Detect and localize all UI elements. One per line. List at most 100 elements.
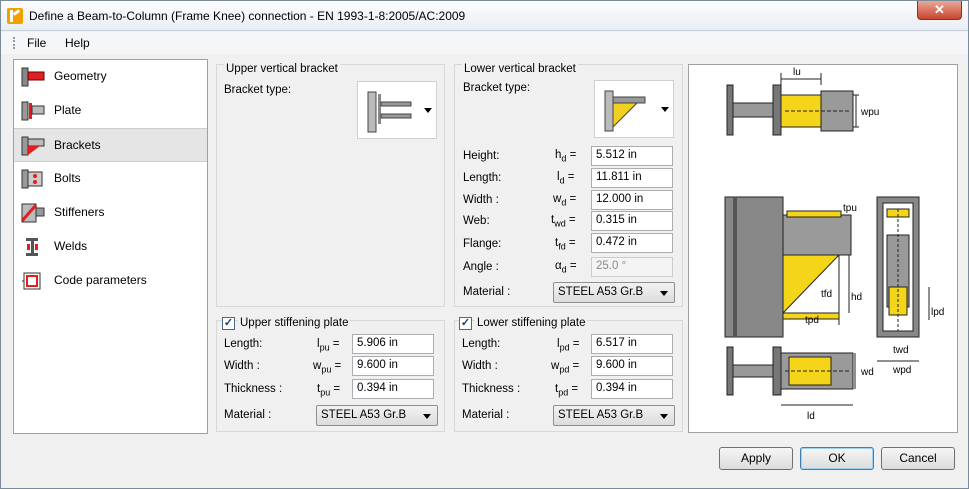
dialog-window: Define a Beam-to-Column (Frame Knee) con…: [0, 0, 969, 489]
apply-button[interactable]: Apply: [719, 447, 793, 470]
upper-stiffening-title: Upper stiffening plate: [238, 317, 351, 329]
lower-length-symbol: lpd =: [557, 338, 580, 353]
flange-symbol: tfd =: [555, 237, 576, 252]
menu-help[interactable]: Help: [65, 36, 90, 50]
app-logo-icon: [7, 8, 23, 24]
upper-length-label: Length:: [224, 338, 263, 350]
tpd-dim-label: tpd: [805, 315, 819, 326]
sidebar-item-label: Welds: [54, 239, 88, 253]
bolts-icon: [21, 169, 43, 189]
bracket-type-icon: [367, 91, 412, 133]
lower-length-field[interactable]: 6.517 in: [591, 334, 673, 354]
upper-material-select[interactable]: STEEL A53 Gr.B: [316, 405, 438, 426]
angle-field: 25.0 °: [591, 257, 673, 277]
length-symbol: ld =: [557, 171, 575, 186]
welds-icon: [26, 238, 38, 256]
window-title: Define a Beam-to-Column (Frame Knee) con…: [29, 9, 466, 23]
top-view: lu wpu: [726, 67, 879, 136]
ld-dim-label: ld: [807, 411, 815, 422]
upper-bracket-type-label: Bracket type:: [224, 84, 292, 96]
upper-stiffening-checkbox[interactable]: ✓: [222, 317, 235, 330]
sidebar-item-geometry[interactable]: Geometry: [14, 60, 207, 94]
upper-width-field[interactable]: 9.600 in: [352, 356, 434, 376]
web-label: Web:: [463, 215, 490, 227]
lower-thickness-label: Thickness :: [462, 383, 521, 395]
hd-dim-label: hd: [851, 292, 862, 303]
menu-file[interactable]: File: [27, 36, 46, 50]
sidebar-item-label: Geometry: [54, 69, 107, 83]
height-label: Height:: [463, 150, 500, 162]
height-symbol: hd =: [555, 149, 577, 164]
upper-length-symbol: lpu =: [317, 338, 340, 353]
height-field[interactable]: 5.512 in: [591, 146, 673, 166]
twd-dim-label: twd: [893, 345, 909, 356]
angle-label: Angle :: [463, 261, 499, 273]
connection-drawing: lu wpu hd tfd tpd tpu lpd twd wpd wd ld: [724, 67, 944, 422]
web-field[interactable]: 0.315 in: [591, 211, 673, 231]
lower-width-label: Width :: [462, 360, 498, 372]
sidebar-item-plate[interactable]: Plate: [14, 94, 207, 128]
stiffeners-icon: [20, 203, 45, 223]
wpd-dim-label: wpd: [892, 365, 911, 376]
lower-material-label: Material :: [462, 409, 510, 421]
lower-width-field[interactable]: 9.600 in: [591, 356, 673, 376]
upper-width-label: Width :: [224, 360, 260, 372]
sidebar-item-stiffeners[interactable]: Stiffeners: [14, 196, 207, 230]
sidebar-item-welds[interactable]: Welds: [14, 230, 207, 264]
lu-dim-label: lu: [793, 67, 801, 78]
brackets-icon: [21, 136, 45, 156]
sidebar-item-label: Bolts: [54, 171, 81, 185]
sidebar-item-label: Code parameters: [54, 273, 147, 287]
lower-stiffening-group: ✓ Lower stiffening plate Length: lpd = 6…: [454, 317, 683, 432]
upper-thickness-label: Thickness :: [224, 383, 283, 395]
web-symbol: twd =: [551, 214, 576, 229]
upper-thickness-field[interactable]: 0.394 in: [352, 379, 434, 399]
lower-bracket-material-label: Material :: [463, 286, 511, 298]
bottom-view: wd ld: [726, 346, 874, 422]
length-field[interactable]: 11.811 in: [591, 168, 673, 188]
sidebar-item-bolts[interactable]: Bolts: [14, 162, 207, 196]
tfd-dim-label: tfd: [821, 289, 832, 300]
upper-thickness-symbol: tpu =: [317, 383, 341, 398]
lower-stiffening-checkbox[interactable]: ✓: [459, 317, 472, 330]
width-symbol: wd =: [553, 193, 577, 208]
width-label: Width :: [463, 194, 499, 206]
sidebar-item-label: Plate: [54, 103, 82, 117]
lower-material-select[interactable]: STEEL A53 Gr.B: [553, 405, 675, 426]
upper-bracket-title: Upper vertical bracket: [224, 63, 340, 75]
angle-symbol: αd =: [555, 260, 577, 275]
cancel-button[interactable]: Cancel: [881, 447, 955, 470]
close-button[interactable]: ✕: [917, 1, 962, 20]
upper-bracket-type-dropdown[interactable]: [357, 81, 437, 139]
sidebar-item-label: Stiffeners: [54, 205, 105, 219]
lower-bracket-title: Lower vertical bracket: [462, 63, 578, 75]
wpu-dim-label: wpu: [860, 107, 879, 118]
sidebar-item-brackets[interactable]: Brackets: [14, 128, 207, 162]
tpu-dim-label: tpu: [843, 203, 857, 214]
lower-length-label: Length:: [462, 338, 501, 350]
flange-label: Flange:: [463, 238, 502, 250]
plate-icon: [21, 101, 45, 121]
upper-width-symbol: wpu =: [313, 360, 342, 375]
sidebar-item-code-parameters[interactable]: Code parameters: [14, 264, 207, 298]
connection-preview: lu wpu hd tfd tpd tpu lpd twd wpd wd ld: [688, 64, 958, 433]
lower-bracket-type-dropdown[interactable]: [594, 80, 674, 138]
lower-thickness-field[interactable]: 0.394 in: [591, 379, 673, 399]
upper-stiffening-group: ✓ Upper stiffening plate Length: lpu = 5…: [216, 317, 445, 432]
lower-width-symbol: wpd =: [551, 360, 580, 375]
length-label: Length:: [463, 172, 502, 184]
lower-bracket-material-select[interactable]: STEEL A53 Gr.B: [553, 282, 675, 303]
lower-stiffening-title: Lower stiffening plate: [475, 317, 588, 329]
side-view: hd tfd tpd tpu: [724, 196, 862, 338]
width-field[interactable]: 12.000 in: [591, 190, 673, 210]
upper-bracket-group: Upper vertical bracket Bracket type:: [216, 63, 445, 307]
menu-bar: File Help: [1, 32, 968, 54]
flange-field[interactable]: 0.472 in: [591, 233, 673, 253]
upper-length-field[interactable]: 5.906 in: [352, 334, 434, 354]
title-bar: Define a Beam-to-Column (Frame Knee) con…: [1, 1, 968, 31]
lower-thickness-symbol: tpd =: [555, 383, 579, 398]
ok-button[interactable]: OK: [800, 447, 874, 470]
code-parameters-icon: [22, 272, 41, 290]
upper-material-label: Material :: [224, 409, 272, 421]
front-view: lpd twd wpd: [876, 196, 944, 376]
